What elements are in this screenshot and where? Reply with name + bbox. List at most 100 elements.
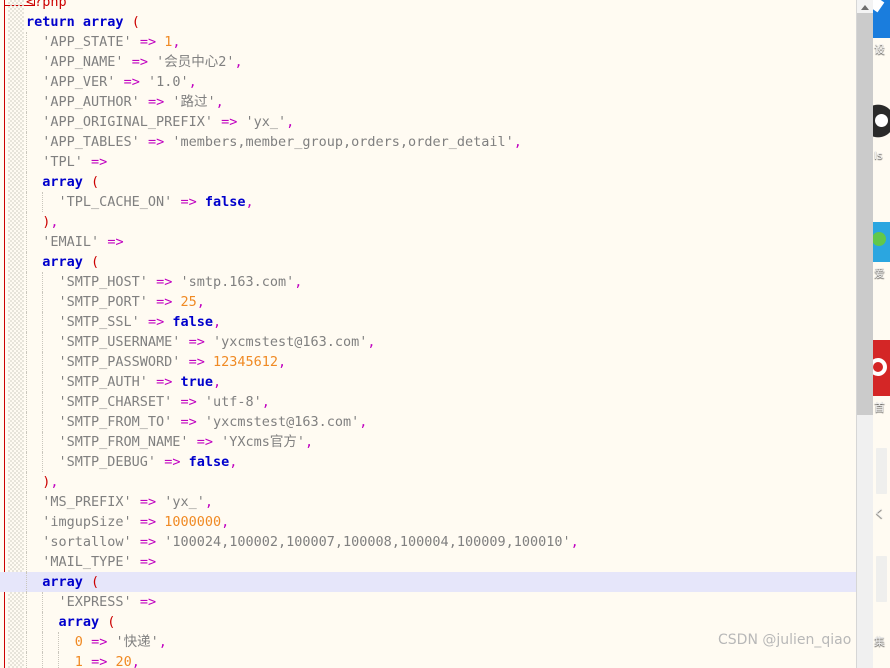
code-line[interactable]: array (	[0, 172, 857, 192]
code-token-paren: (	[131, 14, 140, 30]
indent-guide	[26, 372, 27, 392]
code-token-str: 'EXPRESS'	[58, 594, 132, 610]
desktop-panel-lower[interactable]	[876, 556, 887, 602]
code-token-kw: array	[42, 574, 83, 590]
code-token-op: =>	[131, 54, 148, 70]
code-token-str: 'smtp.163.com'	[180, 274, 295, 290]
code-token-str: 'SMTP_SSL'	[58, 314, 140, 330]
editor-vertical-scrollbar[interactable]	[856, 0, 873, 668]
code-token-kw: array	[42, 174, 83, 190]
code-line[interactable]: 'APP_VER' => '1.0',	[0, 72, 857, 92]
desktop-panel-upper[interactable]	[876, 448, 887, 494]
code-line[interactable]: 'SMTP_PASSWORD' => 12345612,	[0, 352, 857, 372]
code-line[interactable]: ),	[0, 472, 857, 492]
code-line[interactable]: return array (	[0, 12, 857, 32]
code-line[interactable]: 'imgupSize' => 1000000,	[0, 512, 857, 532]
code-line[interactable]: 'SMTP_HOST' => 'smtp.163.com',	[0, 272, 857, 292]
code-line[interactable]: 'TPL_CACHE_ON' => false,	[0, 192, 857, 212]
code-line[interactable]: 'SMTP_PORT' => 25,	[0, 292, 857, 312]
desktop-label-3: 首	[874, 401, 885, 414]
code-line[interactable]: 'APP_STATE' => 1,	[0, 32, 857, 52]
indent-guide	[26, 612, 27, 632]
desktop-label-4: く	[874, 507, 885, 520]
desktop-label-1: ls	[874, 149, 883, 162]
indent-guide	[26, 192, 27, 212]
desktop-icon-dark[interactable]	[873, 98, 890, 144]
desktop-icon-red[interactable]	[873, 340, 890, 396]
code-line[interactable]: 'SMTP_SSL' => false,	[0, 312, 857, 332]
code-line[interactable]: 1 => 20,	[0, 652, 857, 668]
code-line[interactable]: 'APP_ORIGINAL_PREFIX' => 'yx_',	[0, 112, 857, 132]
code-lines-container[interactable]: <?php return array ( 'APP_STATE' => 1, 'A…	[0, 0, 857, 668]
indent-guide	[42, 432, 44, 452]
indent-guide	[26, 652, 27, 668]
code-token-str: 'MAIL_TYPE'	[42, 554, 132, 570]
desktop-icon-blue[interactable]	[873, 0, 890, 38]
code-token-str: 'members,member_group,orders,order_detai…	[172, 134, 514, 150]
indent-guide	[42, 352, 44, 372]
code-line[interactable]: 'APP_NAME' => '会员中心2',	[0, 52, 857, 72]
code-token-paren: (	[91, 574, 100, 590]
code-line[interactable]: 'SMTP_FROM_NAME' => 'YXcms官方',	[0, 432, 857, 452]
code-line[interactable]: 'APP_AUTHOR' => '路过',	[0, 92, 857, 112]
indent-guide	[42, 332, 44, 352]
indent-guide	[58, 652, 60, 668]
code-line[interactable]: ),	[0, 212, 857, 232]
code-token-str: 'SMTP_FROM_NAME'	[58, 434, 189, 450]
desktop-icon-cyan[interactable]	[873, 222, 890, 262]
code-line[interactable]: 'SMTP_CHARSET' => 'utf-8',	[0, 392, 857, 412]
code-token-num: 1	[74, 654, 83, 668]
code-token-kw: array	[58, 614, 100, 630]
code-line[interactable]: array (	[0, 612, 857, 632]
scrollbar-thumb[interactable]	[857, 13, 873, 415]
code-line[interactable]: 'SMTP_AUTH' => true,	[0, 372, 857, 392]
code-editor-pane[interactable]: <?php return array ( 'APP_STATE' => 1, 'A…	[0, 0, 857, 668]
indent-guide	[26, 492, 27, 512]
indent-guide	[42, 372, 44, 392]
code-token-op: =>	[107, 234, 124, 250]
code-token-punc: ,	[158, 634, 167, 650]
code-token-op: =>	[164, 454, 181, 470]
code-line[interactable]: 'sortallow' => '100024,100002,100007,100…	[0, 532, 857, 552]
indent-guide	[58, 632, 60, 652]
indent-guide	[26, 312, 27, 332]
indent-guide	[26, 92, 27, 112]
code-token-op: =>	[188, 354, 205, 370]
code-token-punc: ,	[229, 454, 238, 470]
code-token-op: =>	[221, 114, 238, 130]
scroll-up-arrow-icon[interactable]	[857, 0, 873, 14]
code-token-str: 'APP_ORIGINAL_PREFIX'	[42, 114, 213, 130]
code-line[interactable]: 'SMTP_DEBUG' => false,	[0, 452, 857, 472]
code-line[interactable]: 'SMTP_USERNAME' => 'yxcmstest@163.com',	[0, 332, 857, 352]
code-line[interactable]: 'EXPRESS' =>	[0, 592, 857, 612]
code-line[interactable]: array (	[0, 252, 857, 272]
code-line[interactable]: 'MS_PREFIX' => 'yx_',	[0, 492, 857, 512]
indent-guide	[26, 252, 27, 272]
code-line[interactable]: 'APP_TABLES' => 'members,member_group,or…	[0, 132, 857, 152]
code-line-highlighted[interactable]: array (	[0, 572, 857, 592]
code-line[interactable]: 'MAIL_TYPE' =>	[0, 552, 857, 572]
code-token-str: 'yxcmstest@163.com'	[204, 414, 360, 430]
code-token-str: 'TPL_CACHE_ON'	[58, 194, 173, 210]
code-line[interactable]: 'EMAIL' =>	[0, 232, 857, 252]
code-line[interactable]: 'SMTP_FROM_TO' => 'yxcmstest@163.com',	[0, 412, 857, 432]
code-line[interactable]: 'TPL' =>	[0, 152, 857, 172]
indent-guide	[26, 332, 27, 352]
